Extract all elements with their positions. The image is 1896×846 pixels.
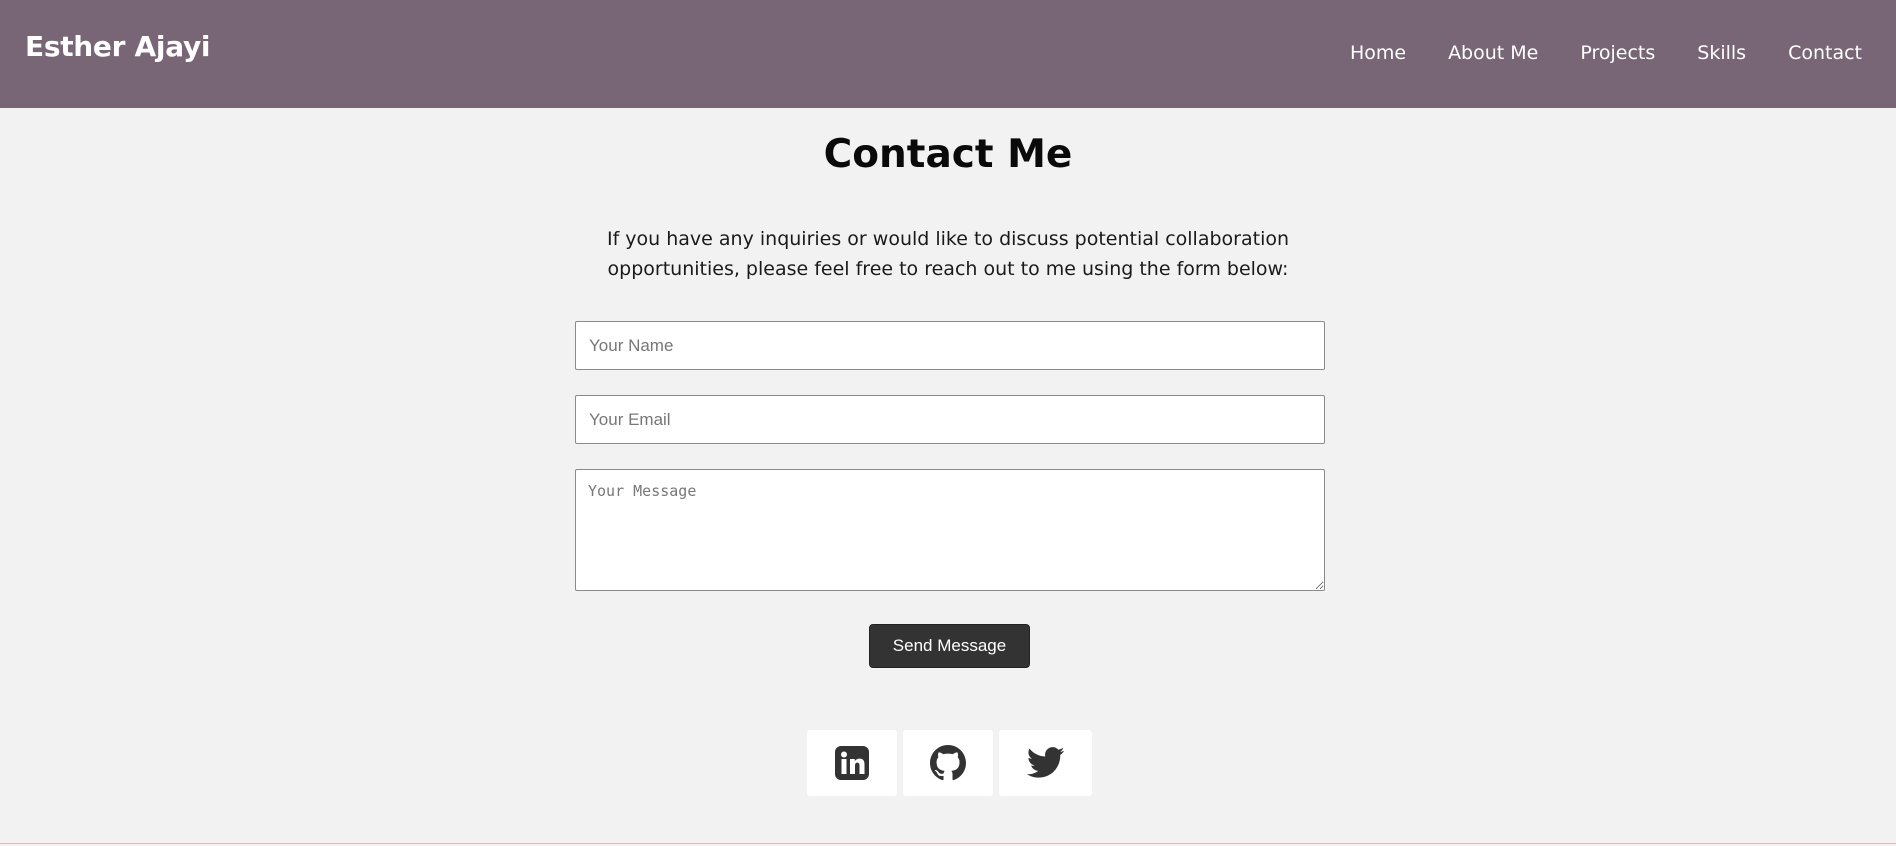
nav-link-about-me[interactable]: About Me	[1448, 42, 1538, 64]
bottom-divider	[0, 843, 1896, 844]
email-input[interactable]	[575, 395, 1325, 444]
nav-link-contact[interactable]: Contact	[1788, 42, 1862, 64]
nav-link-skills[interactable]: Skills	[1697, 42, 1746, 64]
contact-intro: If you have any inquiries or would like …	[606, 228, 1290, 280]
linkedin-icon	[835, 746, 869, 780]
twitter-icon	[1026, 747, 1064, 778]
github-icon	[930, 745, 966, 781]
github-link[interactable]	[903, 730, 993, 796]
nav-link-projects[interactable]: Projects	[1580, 42, 1655, 64]
linkedin-link[interactable]	[807, 730, 897, 796]
main-nav: Home About Me Projects Skills Contact	[1308, 42, 1862, 64]
twitter-link[interactable]	[999, 730, 1092, 796]
name-input[interactable]	[575, 321, 1325, 370]
send-message-button[interactable]: Send Message	[869, 624, 1030, 668]
nav-link-home[interactable]: Home	[1350, 42, 1406, 64]
message-textarea[interactable]	[575, 469, 1325, 591]
page-title: Contact Me	[823, 132, 1073, 177]
site-brand: Esther Ajayi	[25, 30, 211, 63]
site-header: Esther Ajayi Home About Me Projects Skil…	[0, 0, 1896, 108]
